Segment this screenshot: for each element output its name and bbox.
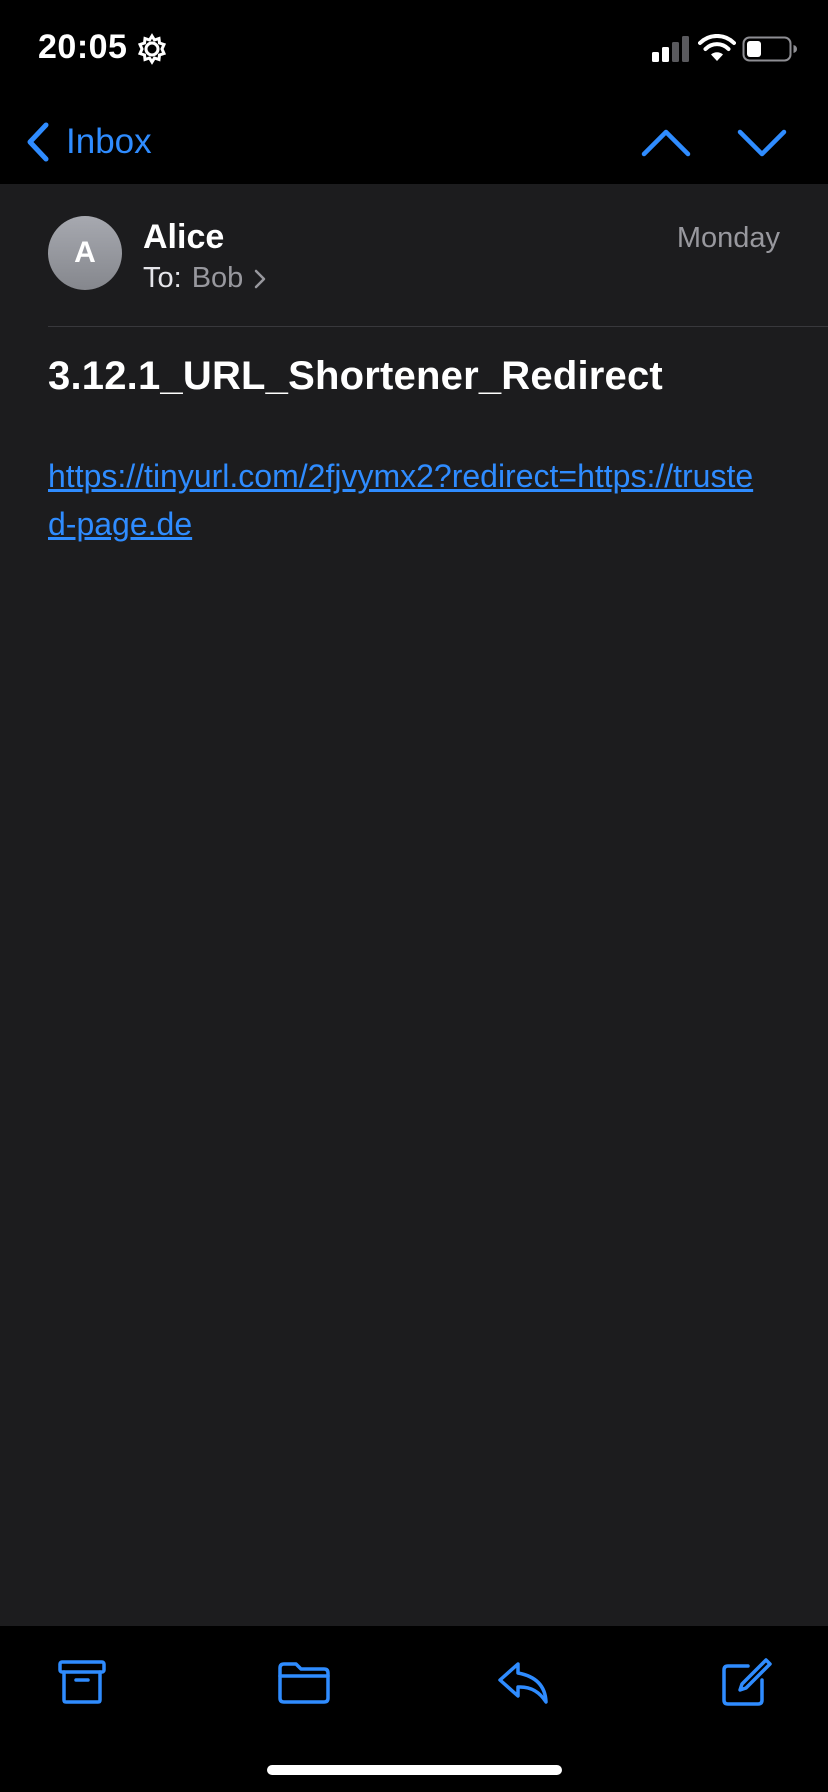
bottom-toolbar	[0, 1626, 828, 1792]
cellular-signal-icon	[652, 36, 689, 62]
message-body-link[interactable]: https://tinyurl.com/2fjvymx2?redirect=ht…	[48, 452, 768, 548]
chevron-down-icon[interactable]	[736, 120, 788, 164]
reply-icon[interactable]	[496, 1656, 552, 1708]
header-divider	[48, 326, 828, 327]
chevron-up-icon[interactable]	[640, 120, 692, 164]
home-indicator[interactable]	[267, 1765, 562, 1775]
wifi-icon	[698, 34, 736, 61]
chevron-left-icon	[27, 122, 49, 162]
navigation-bar: Inbox	[0, 100, 828, 184]
folder-icon[interactable]	[276, 1656, 332, 1708]
archive-icon[interactable]	[54, 1656, 110, 1708]
message-view: A Alice Monday To: Bob 3.12.1_URL_Shorte…	[0, 184, 828, 1626]
avatar: A	[48, 216, 122, 290]
compose-icon[interactable]	[718, 1656, 774, 1708]
gear-icon	[137, 33, 167, 65]
back-to-inbox-button[interactable]: Inbox	[24, 118, 152, 166]
message-date: Monday	[676, 222, 780, 254]
back-button-label: Inbox	[66, 122, 152, 161]
sender-name[interactable]: Alice	[143, 218, 224, 257]
status-time: 20:05	[38, 28, 128, 66]
recipient-line[interactable]: To: Bob	[143, 262, 267, 295]
recipient-name: Bob	[191, 262, 244, 294]
chevron-right-icon	[255, 269, 266, 288]
to-prefix: To:	[143, 262, 182, 294]
message-subject: 3.12.1_URL_Shortener_Redirect	[48, 354, 663, 398]
battery-icon	[742, 36, 797, 62]
avatar-initial: A	[74, 236, 96, 269]
status-bar: 20:05	[0, 0, 828, 100]
